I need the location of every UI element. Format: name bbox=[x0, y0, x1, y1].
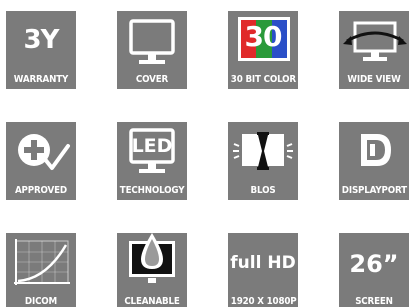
warranty-headline: 3Y bbox=[23, 25, 60, 55]
warranty-label: WARRANTY bbox=[13, 74, 69, 85]
technology-headline: LED bbox=[131, 135, 173, 157]
tile-warranty: 3Y WARRANTY bbox=[6, 11, 76, 89]
tile-cover: COVER bbox=[117, 11, 187, 89]
screen-label: SCREEN bbox=[355, 296, 393, 307]
tile-dicom: DICOM bbox=[6, 233, 76, 307]
displayport-label: DISPLAYPORT bbox=[341, 185, 407, 196]
fullhd-headline: full HD bbox=[230, 253, 296, 273]
tile-wide-view: WIDE VIEW bbox=[339, 11, 409, 89]
dicom-label: DICOM bbox=[24, 296, 58, 307]
technology-label: TECHNOLOGY bbox=[119, 185, 185, 196]
tile-blos: BLOS bbox=[228, 122, 298, 200]
approved-label: APPROVED bbox=[14, 185, 68, 196]
tile-technology: LED TECHNOLOGY bbox=[117, 122, 187, 200]
tile-displayport: DISPLAYPORT bbox=[339, 122, 409, 200]
color-headline: 30 bbox=[244, 20, 283, 53]
tile-color: 30 30 BIT COLOR bbox=[228, 11, 298, 89]
tile-screen: 26” SCREEN bbox=[339, 233, 409, 307]
cleanable-label: CLEANABLE bbox=[124, 296, 180, 307]
fullhd-label: 1920 X 1080P bbox=[230, 296, 297, 307]
wide-view-label: WIDE VIEW bbox=[347, 74, 401, 85]
tile-cleanable: CLEANABLE bbox=[117, 233, 187, 307]
color-label: 30 BIT COLOR bbox=[230, 74, 296, 85]
tile-approved: APPROVED bbox=[6, 122, 76, 200]
blos-label: BLOS bbox=[250, 185, 276, 196]
cover-label: COVER bbox=[135, 74, 169, 85]
screen-headline: 26” bbox=[349, 250, 399, 278]
tile-fullhd: full HD 1920 X 1080P bbox=[228, 233, 298, 307]
